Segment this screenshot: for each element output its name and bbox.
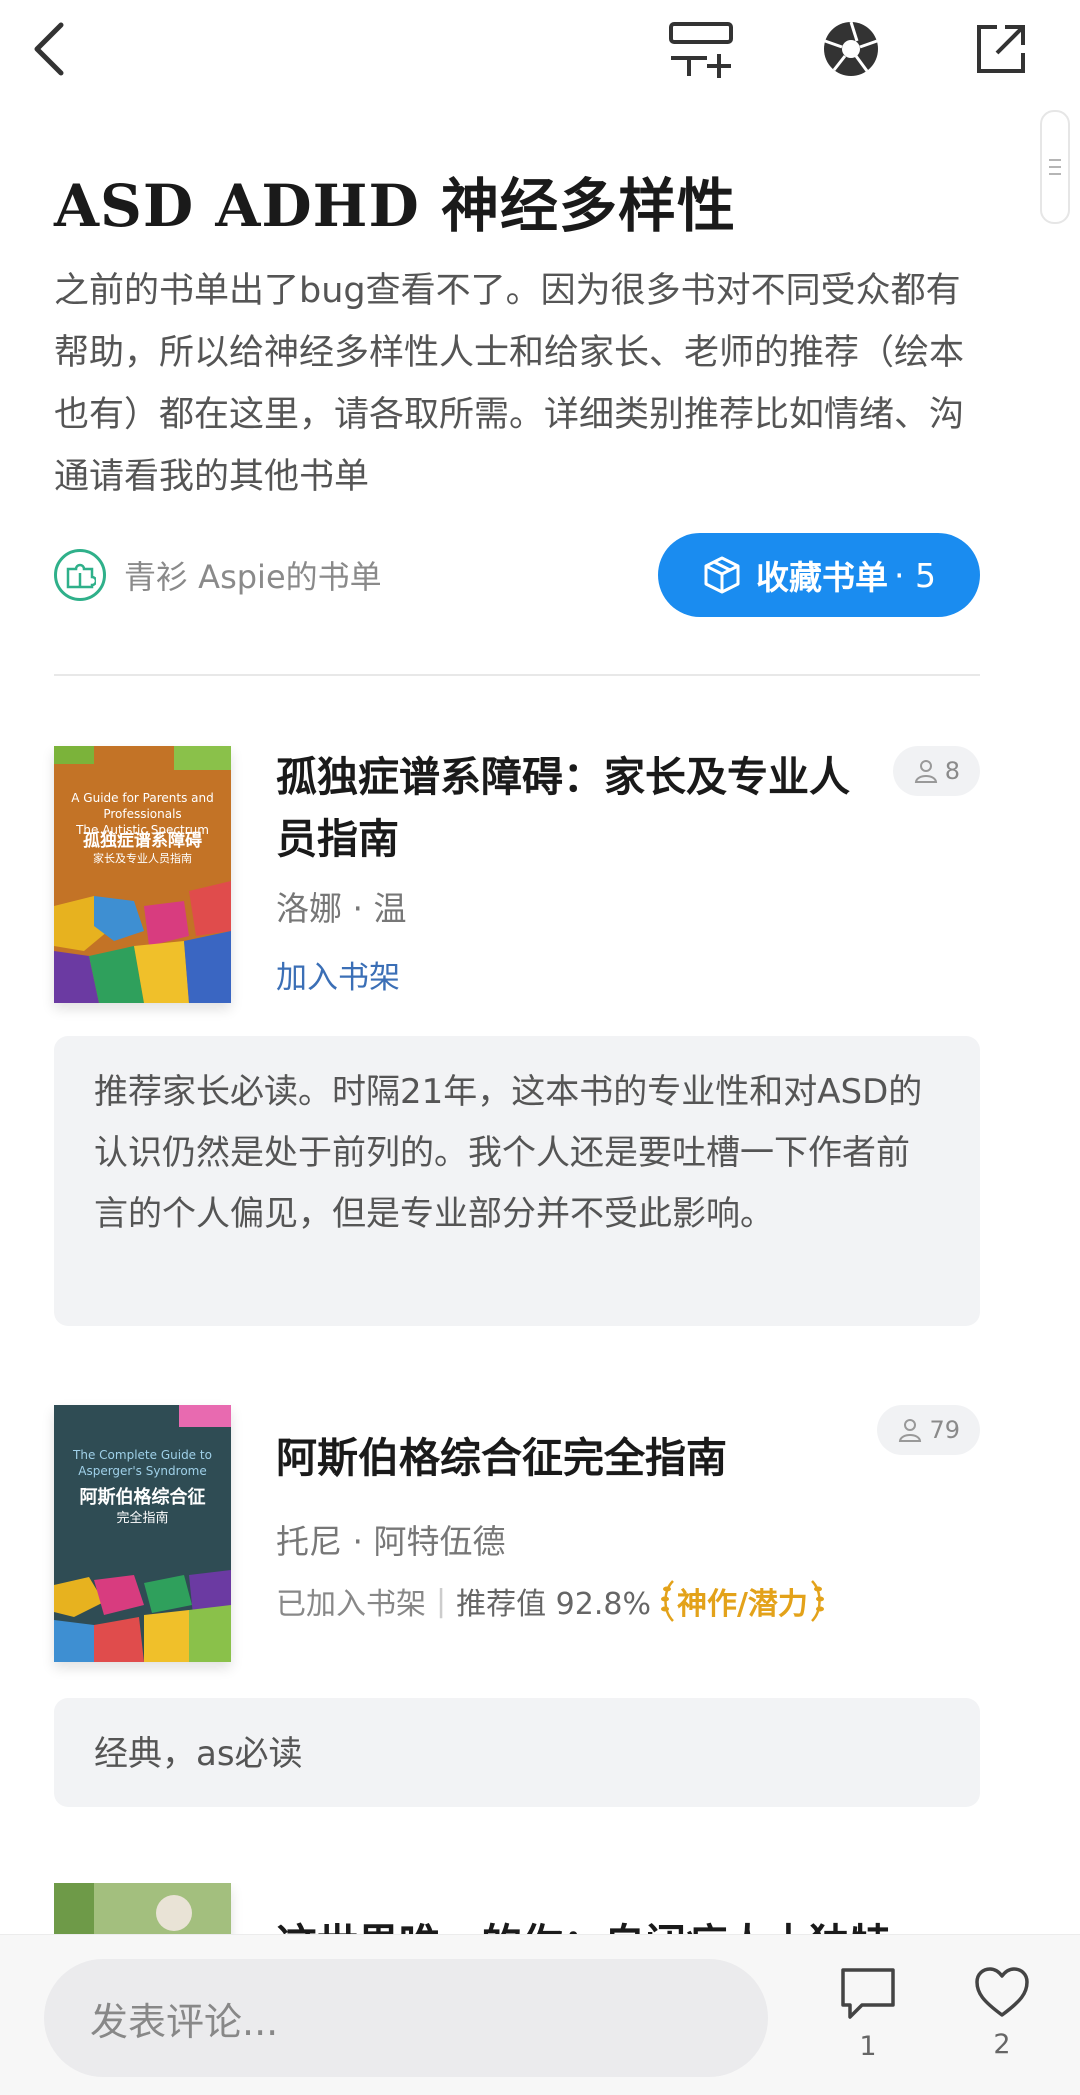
shelf-status[interactable]: 已加入书架 xyxy=(276,1579,426,1623)
camera-button[interactable] xyxy=(814,14,888,84)
book-cover[interactable]: The Complete Guide to Asperger's Syndrom… xyxy=(54,1405,231,1662)
booklist-description: 之前的书单出了bug查看不了。因为很多书对不同受众都有帮助，所以给神经多样性人士… xyxy=(54,271,965,497)
readers-badge: 79 xyxy=(877,1405,980,1455)
book-title[interactable]: 这世界唯一的你：自闭症人士独特 xyxy=(276,1913,976,1934)
aperture-icon xyxy=(824,21,878,76)
puzzle-icon xyxy=(66,563,96,589)
laurel-left-icon xyxy=(660,1580,674,1622)
book-title[interactable]: 孤独症谱系障碍：家长及专业人员指南 xyxy=(276,746,876,870)
add-to-shelf-link[interactable]: 加入书架 xyxy=(276,952,400,997)
cover-english-title: The Complete Guide to Asperger's Syndrom… xyxy=(73,1448,212,1478)
top-bar xyxy=(0,0,1080,110)
cover-subtitle: 完全指南 xyxy=(116,1511,169,1526)
like-count: 2 xyxy=(993,2029,1011,2060)
person-icon xyxy=(914,760,937,783)
booklist-title: ASD ADHD 神经多样性 xyxy=(54,172,736,240)
divider xyxy=(54,674,980,676)
laurel-right-icon xyxy=(810,1580,824,1622)
booklist-author[interactable]: 青衫 Aspie的书单 xyxy=(54,542,382,608)
comment-button[interactable]: 1 xyxy=(828,1965,908,2062)
heart-icon xyxy=(975,1967,1029,2017)
chevron-left-icon xyxy=(34,22,64,76)
book-author: 托尼 · 阿特伍德 xyxy=(276,1522,506,1561)
comment-icon xyxy=(841,1968,895,2019)
cover-chinese-title: 孤独症谱系障碍 xyxy=(83,831,202,851)
book-comment: 推荐家长必读。时隔21年，这本书的专业性和对ASD的认识仍然是处于前列的。我个人… xyxy=(54,1036,980,1326)
book-item[interactable]: 这世界唯一的你：自闭症人士独特 xyxy=(54,1883,980,1934)
cover-subtitle: 家长及专业人员指南 xyxy=(93,852,192,865)
separator: | xyxy=(436,1583,447,1619)
author-name: 青衫 Aspie的书单 xyxy=(124,558,382,596)
readers-count: 79 xyxy=(929,1416,960,1444)
puzzle-cover-art xyxy=(54,1405,231,1662)
box-icon xyxy=(704,556,740,594)
share-external-icon xyxy=(977,25,1025,73)
book-comment: 经典，as必读 xyxy=(54,1698,980,1807)
collect-booklist-button[interactable]: 收藏书单 · 5 xyxy=(658,533,980,617)
book-item[interactable]: The Complete Guide to Asperger's Syndrom… xyxy=(54,1405,980,1807)
readers-count: 8 xyxy=(944,757,960,785)
rating-badge: 神作/潜力 xyxy=(659,1579,826,1623)
book-cover[interactable]: A Guide for Parents and Professionals Th… xyxy=(54,746,231,1003)
comment-input[interactable]: 发表评论... xyxy=(44,1959,768,2077)
cover-art xyxy=(54,1883,231,1934)
scroll-handle[interactable] xyxy=(1040,110,1070,224)
collect-count: · 5 xyxy=(894,555,936,595)
book-meta: 已加入书架 | 推荐值 92.8% 神作/潜力 xyxy=(276,1579,826,1623)
badge-label: 神作/潜力 xyxy=(676,1587,808,1622)
avatar xyxy=(54,549,106,601)
cover-chinese-title: 阿斯伯格综合征 xyxy=(79,1487,206,1508)
comment-count: 1 xyxy=(859,2031,877,2062)
list-add-icon xyxy=(669,22,733,78)
add-to-list-button[interactable] xyxy=(664,14,738,84)
recommend-score: 推荐值 92.8% xyxy=(456,1587,651,1622)
puzzle-cover-art xyxy=(54,746,231,1003)
book-item[interactable]: A Guide for Parents and Professionals Th… xyxy=(54,746,980,1326)
book-title[interactable]: 阿斯伯格综合征完全指南 xyxy=(276,1427,876,1489)
person-icon xyxy=(899,1419,922,1442)
scroll-handle-grip-icon xyxy=(1049,154,1061,180)
like-button[interactable]: 2 xyxy=(962,1965,1042,2060)
share-button[interactable] xyxy=(964,14,1038,84)
back-button[interactable] xyxy=(14,14,84,84)
book-author: 洛娜 · 温 xyxy=(276,889,407,928)
bottom-bar: 发表评论... 1 2 xyxy=(0,1934,1080,2095)
readers-badge: 8 xyxy=(892,746,980,796)
collect-label: 收藏书单 xyxy=(756,558,888,597)
book-cover[interactable] xyxy=(54,1883,231,1934)
